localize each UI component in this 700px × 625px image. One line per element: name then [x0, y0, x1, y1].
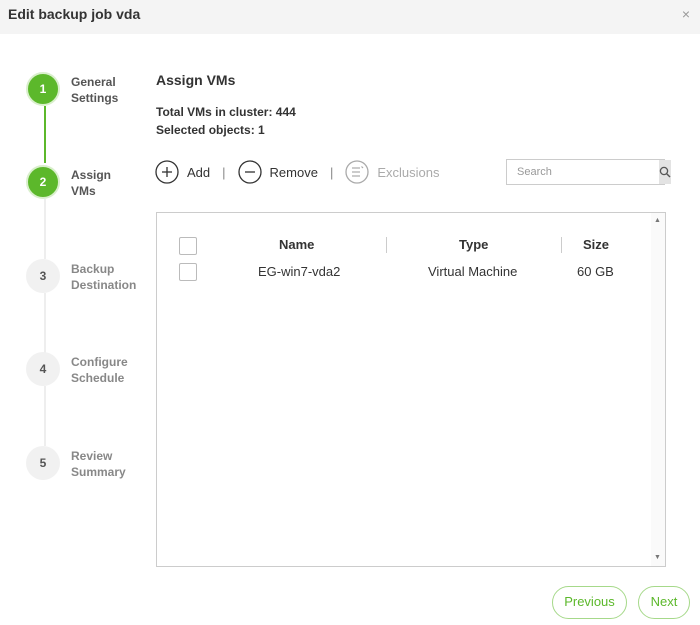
step-number: 5: [26, 446, 60, 480]
wizard-steps: 1 General Settings 2 Assign VMs 3 Backup…: [0, 34, 140, 625]
row-checkbox[interactable]: [179, 263, 197, 281]
previous-button[interactable]: Previous: [552, 586, 627, 619]
remove-label: Remove: [269, 164, 318, 180]
vm-size-cell: 60 GB: [577, 264, 614, 279]
step-backup-destination[interactable]: 3 Backup Destination: [26, 259, 146, 299]
scroll-up-icon[interactable]: ▲: [654, 217, 661, 224]
step-connector: [44, 386, 46, 446]
toolbar: Add | Remove | Exclusions: [155, 158, 439, 186]
toolbar-separator: |: [329, 164, 334, 180]
scroll-down-icon[interactable]: ▼: [654, 554, 661, 561]
vm-name-cell: EG-win7-vda2: [258, 264, 341, 279]
select-all-checkbox[interactable]: [179, 237, 197, 255]
remove-button[interactable]: Remove: [237, 160, 318, 184]
minus-circle-icon: [237, 160, 262, 184]
column-header-type[interactable]: Type: [459, 237, 488, 252]
step-number: 2: [26, 165, 60, 199]
toolbar-separator: |: [222, 164, 226, 180]
page-title: Assign VMs: [156, 72, 236, 88]
list-icon: [345, 160, 369, 184]
dialog-titlebar: Edit backup job vda ×: [0, 0, 700, 34]
step-number: 3: [26, 259, 60, 293]
next-button[interactable]: Next: [638, 586, 690, 619]
step-number: 1: [26, 72, 60, 106]
exclusions-label: Exclusions: [377, 164, 440, 180]
vm-table: Name Type Size EG-win7-vda2 Virtual Mach…: [156, 212, 666, 567]
step-general-settings[interactable]: 1 General Settings: [26, 72, 146, 112]
step-assign-vms[interactable]: 2 Assign VMs: [26, 165, 146, 205]
search-icon: [659, 166, 671, 178]
dialog-title: Edit backup job vda: [8, 6, 141, 22]
total-vms-text: Total VMs in cluster: 444: [156, 105, 296, 119]
add-button[interactable]: Add: [155, 160, 210, 184]
search-box: [506, 159, 671, 185]
step-number: 4: [26, 352, 60, 386]
search-button[interactable]: [659, 160, 671, 184]
column-header-name[interactable]: Name: [279, 237, 314, 252]
selected-objects-text: Selected objects: 1: [156, 123, 265, 137]
step-label: Review Summary: [71, 449, 126, 479]
step-connector: [44, 293, 46, 353]
plus-circle-icon: [155, 160, 179, 184]
step-configure-schedule[interactable]: 4 Configure Schedule: [26, 352, 146, 392]
step-connector: [44, 106, 46, 163]
step-label: General Settings: [71, 75, 119, 105]
vertical-scrollbar[interactable]: ▲ ▼: [651, 213, 665, 566]
step-review-summary[interactable]: 5 Review Summary: [26, 446, 146, 486]
step-label: Configure Schedule: [71, 355, 128, 385]
step-label: Backup Destination: [71, 262, 137, 292]
column-header-size[interactable]: Size: [583, 237, 609, 252]
close-icon[interactable]: ×: [682, 6, 690, 22]
exclusions-button[interactable]: Exclusions: [345, 160, 439, 184]
step-label: Assign VMs: [71, 168, 112, 198]
column-divider[interactable]: [386, 237, 387, 253]
step-connector: [44, 199, 46, 259]
add-label: Add: [187, 164, 211, 180]
column-divider[interactable]: [561, 237, 562, 253]
search-input[interactable]: [507, 160, 659, 184]
vm-type-cell: Virtual Machine: [428, 264, 518, 279]
